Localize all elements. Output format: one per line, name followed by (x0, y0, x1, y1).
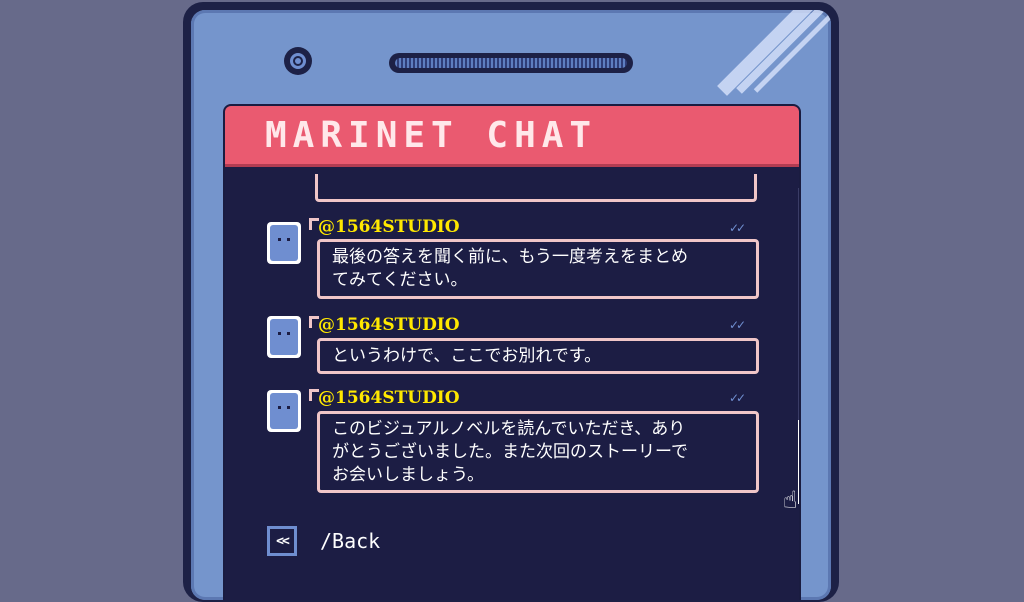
avatar-icon (267, 390, 301, 432)
avatar-icon (267, 316, 301, 358)
avatar-icon (267, 222, 301, 264)
scrollbar-thumb[interactable] (798, 420, 799, 504)
read-check-icon: ✓✓ (729, 391, 746, 405)
message-username: @1564STUDIO (318, 315, 460, 335)
hand-cursor-icon: ☝ (783, 486, 798, 514)
app-title-bar: MARINET CHAT (225, 106, 799, 167)
message-username: @1564STUDIO (318, 217, 460, 237)
read-check-icon: ✓✓ (729, 221, 746, 235)
previous-message-bubble (315, 174, 757, 202)
chat-scrollbar[interactable] (798, 188, 799, 504)
message-bubble: 最後の答えを聞く前に、もう一度考えをまとめ てみてください。 (317, 239, 759, 299)
back-label[interactable]: /Back (320, 529, 380, 553)
camera-icon (284, 47, 312, 75)
phone-body: MARINET CHAT @1564STUDIO ✓✓ 最後の答えを聞く前に、も… (191, 10, 831, 600)
message-bubble: というわけで、ここでお別れです。 (317, 338, 759, 374)
chat-screen: MARINET CHAT @1564STUDIO ✓✓ 最後の答えを聞く前に、も… (225, 106, 799, 600)
phone-frame: MARINET CHAT @1564STUDIO ✓✓ 最後の答えを聞く前に、も… (183, 2, 839, 602)
message-text: このビジュアルノベルを読んでいただき、あり がとうございました。また次回のストー… (332, 419, 688, 485)
read-check-icon: ✓✓ (729, 318, 746, 332)
message-text: というわけで、ここでお別れです。 (332, 346, 602, 366)
message-username: @1564STUDIO (318, 388, 460, 408)
message-bubble: このビジュアルノベルを読んでいただき、あり がとうございました。また次回のストー… (317, 411, 759, 493)
back-arrow-icon: << (276, 533, 290, 549)
app-title: MARINET CHAT (265, 115, 598, 156)
message-text: 最後の答えを聞く前に、もう一度考えをまとめ てみてください。 (332, 247, 688, 290)
back-button[interactable]: << (267, 526, 297, 556)
speaker-grille (389, 53, 633, 73)
